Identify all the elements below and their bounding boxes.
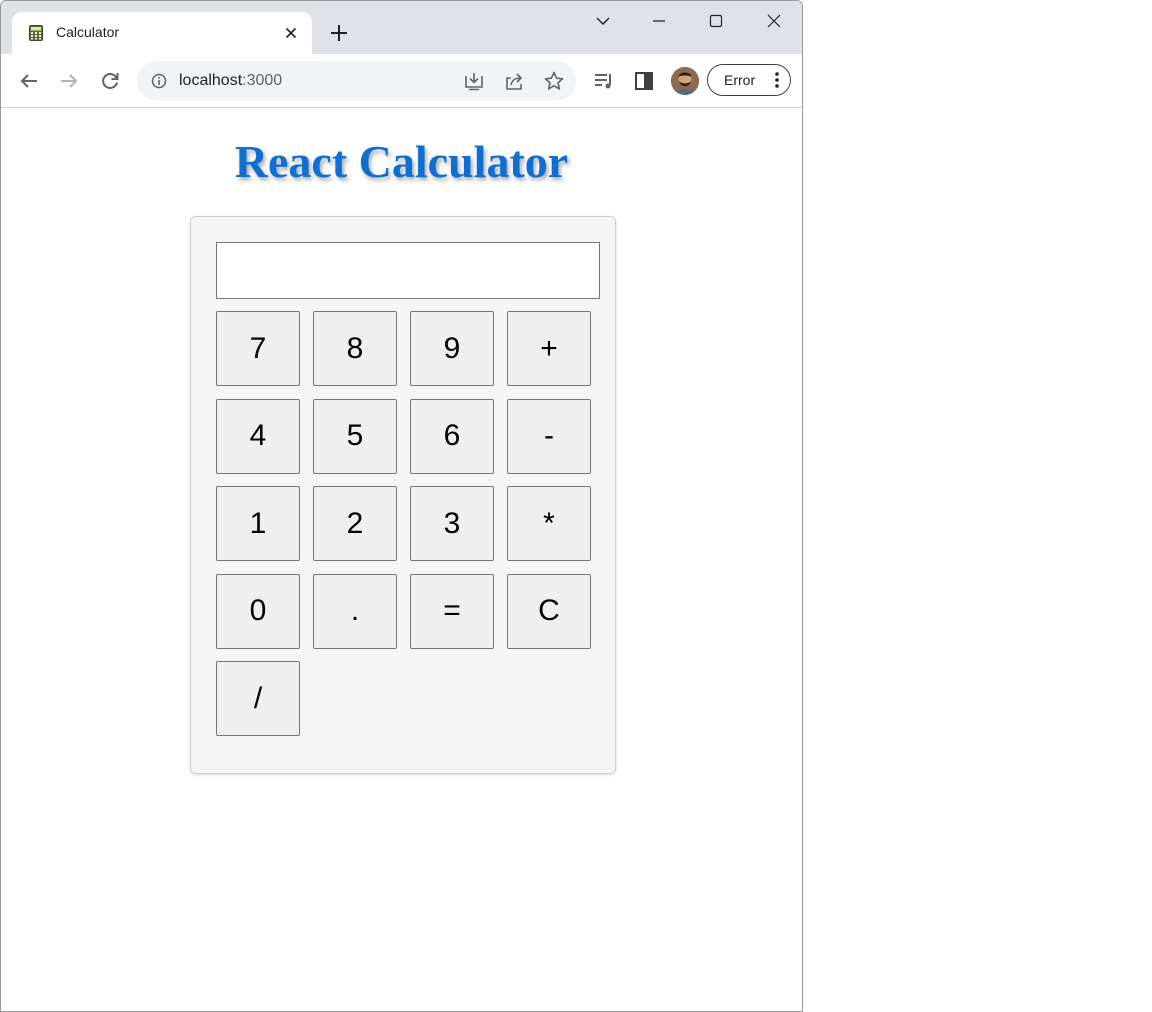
plus-icon[interactable] <box>328 22 350 44</box>
back-arrow-icon[interactable] <box>17 69 41 93</box>
page-content: React Calculator 7 8 9 +4 5 6- 1 2 3 * 0. = C / <box>1 108 802 1011</box>
install-icon[interactable] <box>463 70 485 92</box>
key-decimal-button[interactable]: . <box>313 573 397 649</box>
profile-avatar[interactable] <box>671 67 699 95</box>
key-7-button[interactable]: 7 <box>216 311 300 386</box>
key-3-button[interactable]: 3 <box>410 486 494 561</box>
tab-title: Calculator <box>56 24 120 40</box>
star-icon[interactable] <box>543 70 565 92</box>
forward-arrow-icon[interactable] <box>57 69 81 93</box>
tab-calculator[interactable]: Calculator <box>12 12 312 54</box>
calculator-favicon <box>29 25 43 41</box>
key-5-button[interactable]: 5 <box>313 398 397 474</box>
side-panel-icon[interactable] <box>632 69 656 93</box>
url-text: localhost:3000 <box>179 72 282 90</box>
window-close-icon[interactable] <box>760 7 788 35</box>
profile-error-button[interactable]: Error <box>707 64 791 96</box>
browser-toolbar: localhost:3000 Error <box>1 54 802 108</box>
more-vert-icon[interactable] <box>769 71 785 89</box>
minimize-icon[interactable] <box>645 7 673 35</box>
key-clear-button[interactable]: C <box>507 573 591 649</box>
key-0-button[interactable]: 0 <box>216 573 300 649</box>
info-icon[interactable] <box>151 73 167 89</box>
tab-strip: Calculator <box>1 1 802 54</box>
url-host: localhost <box>179 72 243 89</box>
key-8-button[interactable]: 8 <box>313 311 397 386</box>
calculator-panel: 7 8 9 +4 5 6- 1 2 3 * 0. = C / <box>190 216 616 774</box>
chevron-down-icon[interactable] <box>589 7 617 35</box>
key-4-button[interactable]: 4 <box>216 398 300 474</box>
key-divide-button[interactable]: / <box>216 661 300 736</box>
key-6-button[interactable]: 6 <box>410 398 494 474</box>
address-bar[interactable]: localhost:3000 <box>137 61 576 101</box>
browser-window: Calculator localhost:3000 Error React Ca… <box>0 0 803 1012</box>
error-label: Error <box>724 72 756 88</box>
key-1-button[interactable]: 1 <box>216 486 300 561</box>
key-2-button[interactable]: 2 <box>313 486 397 561</box>
share-icon[interactable] <box>503 70 525 92</box>
key-9-button[interactable]: 9 <box>410 311 494 386</box>
key-multiply-button[interactable]: * <box>507 486 591 561</box>
avatar-image <box>671 67 699 95</box>
calculator-display[interactable] <box>216 242 600 299</box>
key-minus-button[interactable]: - <box>507 398 591 474</box>
reading-list-icon[interactable] <box>592 69 616 93</box>
key-equals-button[interactable]: = <box>410 573 494 649</box>
page-title: React Calculator <box>234 136 569 187</box>
url-port: :3000 <box>242 72 283 89</box>
reload-icon[interactable] <box>98 69 122 93</box>
close-icon[interactable] <box>283 25 299 41</box>
key-plus-button[interactable]: + <box>507 311 591 386</box>
maximize-icon[interactable] <box>702 7 730 35</box>
